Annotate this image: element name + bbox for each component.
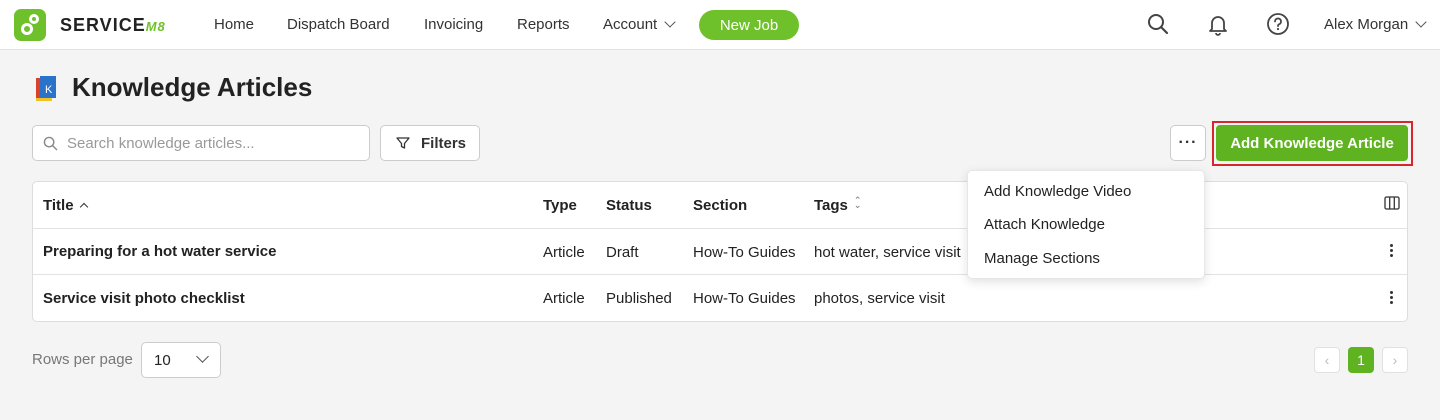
row-section: How-To Guides [693, 244, 796, 261]
sort-ascending-icon [79, 202, 88, 212]
column-header-status: Status [606, 197, 652, 214]
menu-item-attach-knowledge[interactable]: Attach Knowledge [984, 216, 1105, 233]
filters-label: Filters [421, 134, 467, 152]
logo-text: SERVICEM8 [60, 14, 166, 35]
column-header-label: Title [43, 197, 74, 214]
user-name: Alex Morgan [1324, 16, 1409, 33]
column-header-label: Tags [814, 197, 848, 214]
column-header-title[interactable]: Title [43, 197, 88, 214]
rows-per-page-label: Rows per page [32, 351, 133, 368]
nav-invoicing[interactable]: Invoicing [424, 16, 483, 33]
user-menu[interactable]: Alex Morgan [1324, 16, 1427, 33]
row-actions-icon[interactable] [1390, 244, 1394, 258]
more-options-button[interactable]: ··· [1170, 125, 1206, 161]
add-knowledge-article-button[interactable]: Add Knowledge Article [1216, 125, 1408, 161]
rows-per-page-value: 10 [154, 352, 171, 369]
menu-item-manage-sections[interactable]: Manage Sections [984, 250, 1100, 267]
menu-item-add-knowledge-video[interactable]: Add Knowledge Video [984, 183, 1131, 200]
new-job-button[interactable]: New Job [699, 10, 799, 40]
search-box [32, 125, 370, 161]
page-title: Knowledge Articles [72, 72, 313, 102]
more-options-menu: Add Knowledge Video Attach Knowledge Man… [967, 170, 1205, 279]
sort-icon: ⌃ ⌄ [853, 195, 862, 210]
search-icon [43, 136, 58, 151]
previous-page-button[interactable]: ‹ [1314, 347, 1340, 373]
column-header-type: Type [543, 197, 577, 214]
row-tags: hot water, service visit [814, 244, 961, 261]
filters-button[interactable]: Filters [380, 125, 480, 161]
search-input[interactable] [67, 132, 357, 154]
chevron-down-icon [196, 350, 209, 363]
chevron-left-icon: ‹ [1324, 352, 1330, 368]
row-status: Published [606, 290, 672, 307]
row-section: How-To Guides [693, 290, 796, 307]
filter-icon [396, 137, 410, 149]
bell-icon[interactable] [1206, 12, 1230, 36]
chevron-down-icon [1415, 16, 1427, 28]
logo-mark-icon [14, 9, 46, 41]
rows-per-page-select[interactable]: 10 [141, 342, 221, 378]
chevron-down-icon [664, 16, 676, 28]
nav-account[interactable]: Account [603, 16, 676, 33]
row-status: Draft [606, 244, 639, 261]
row-title[interactable]: Service visit photo checklist [43, 290, 245, 307]
row-title[interactable]: Preparing for a hot water service [43, 243, 276, 260]
nav-dispatch-board[interactable]: Dispatch Board [287, 16, 390, 33]
columns-icon[interactable] [1384, 196, 1400, 210]
chevron-right-icon: › [1392, 352, 1398, 368]
row-type: Article [543, 290, 585, 307]
next-page-button[interactable]: › [1382, 347, 1408, 373]
nav-home[interactable]: Home [214, 16, 254, 33]
svg-text:K: K [45, 84, 53, 96]
top-navigation-bar: SERVICEM8 Home Dispatch Board Invoicing … [0, 0, 1440, 50]
row-tags: photos, service visit [814, 290, 945, 307]
row-actions-icon[interactable] [1390, 291, 1394, 305]
help-icon[interactable] [1266, 12, 1290, 36]
column-header-section: Section [693, 197, 748, 214]
page-number-current[interactable]: 1 [1348, 347, 1374, 373]
book-icon: K [36, 76, 56, 101]
nav-account-label: Account [603, 16, 658, 33]
column-header-tags[interactable]: Tags ⌃ ⌄ [814, 195, 862, 215]
servicem8-logo[interactable]: SERVICEM8 [14, 9, 166, 41]
search-icon[interactable] [1146, 12, 1170, 36]
row-type: Article [543, 244, 585, 261]
nav-reports[interactable]: Reports [517, 16, 570, 33]
